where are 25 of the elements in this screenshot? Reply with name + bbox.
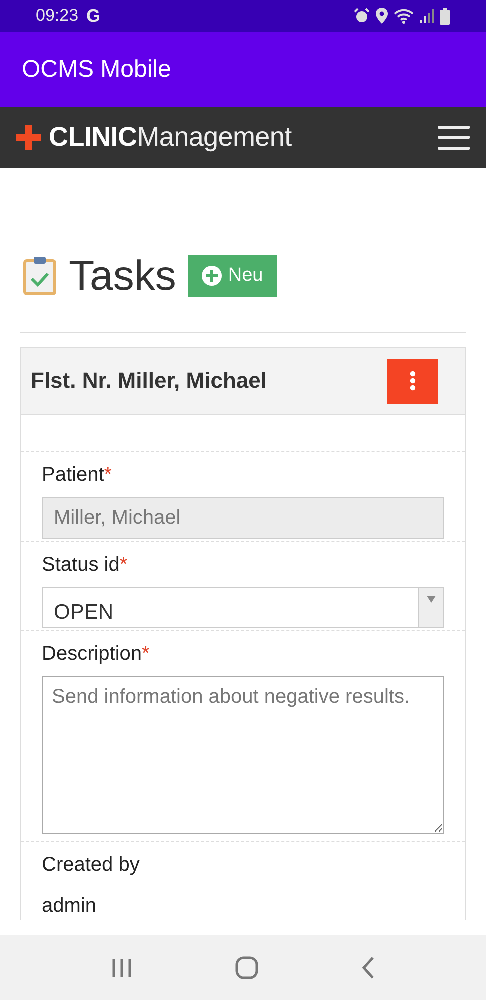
menu-icon[interactable] bbox=[438, 126, 470, 150]
alarm-icon bbox=[354, 8, 370, 24]
location-icon bbox=[376, 8, 388, 24]
clipboard-icon bbox=[23, 256, 57, 296]
plus-circle-icon bbox=[202, 266, 222, 286]
field-value: admin bbox=[42, 894, 98, 918]
more-icon bbox=[410, 371, 416, 391]
battery-icon bbox=[440, 8, 450, 24]
cross-icon bbox=[16, 125, 41, 150]
description-field[interactable]: Send information about negative results. bbox=[42, 676, 444, 834]
app-title: OCMS Mobile bbox=[22, 56, 172, 84]
field-label: Status id* bbox=[42, 554, 128, 577]
wifi-icon bbox=[394, 8, 414, 24]
page-title: Tasks bbox=[69, 252, 176, 300]
field-label: Description* bbox=[42, 643, 150, 666]
clock: 09:23 bbox=[36, 6, 79, 26]
new-button[interactable]: Neu bbox=[188, 255, 278, 297]
field-label: Patient* bbox=[42, 464, 112, 487]
signal-icon bbox=[420, 9, 434, 23]
field-label: Created by bbox=[42, 854, 140, 877]
status-select[interactable]: OPEN bbox=[42, 587, 444, 628]
more-button[interactable] bbox=[387, 358, 438, 404]
dropdown-caret-icon bbox=[426, 596, 436, 603]
notification-icon: G bbox=[86, 6, 101, 26]
card-title: Flst. Nr. Miller, Michael bbox=[31, 368, 267, 394]
